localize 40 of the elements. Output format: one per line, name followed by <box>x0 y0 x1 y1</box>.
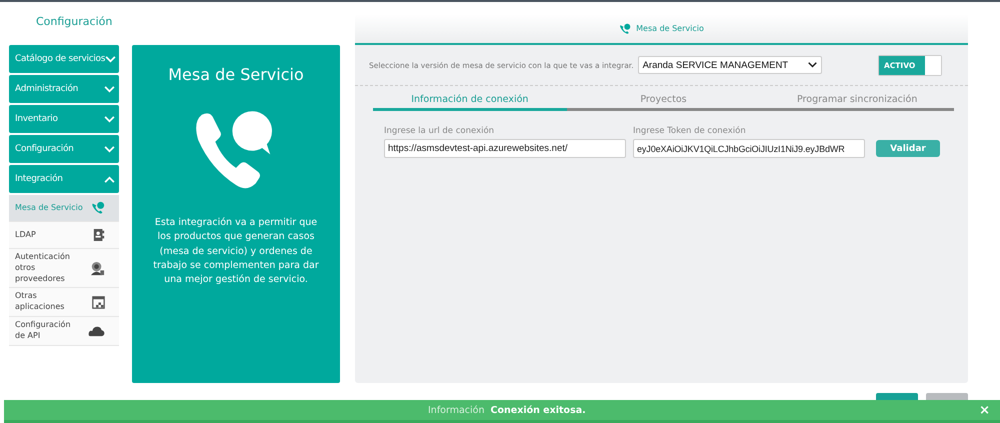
toast-message: Conexión exitosa. <box>490 404 586 416</box>
validate-button[interactable]: Validar <box>876 140 940 157</box>
sidebar-item[interactable]: Integración <box>9 165 119 193</box>
chevron-icon <box>104 176 115 182</box>
page-title: Configuración <box>36 15 112 30</box>
sidebar-item[interactable]: Inventario <box>9 105 119 133</box>
api-cloud-icon <box>88 324 105 337</box>
url-field[interactable]: https://asmsdevtest-api.azurewebsites.net/ <box>384 139 626 158</box>
chevron-icon <box>104 146 115 152</box>
tab[interactable]: Información de conexión <box>373 94 567 111</box>
version-select[interactable]: Aranda SERVICE MANAGEMENT <box>638 56 822 74</box>
submenu-item[interactable]: Otras aplicaciones <box>9 288 119 317</box>
card-description: Esta integración va a permitir que los productos que generan casos (mesa de servicio) y ordenes de trabajo se complementen para dar una mejor gestión de servicio. <box>152 216 320 287</box>
contact-book-icon <box>93 228 105 242</box>
chevron-icon <box>104 116 115 122</box>
submenu-item[interactable]: Configuración de API <box>9 316 119 346</box>
phone-chat-icon <box>91 201 105 215</box>
user-badge-icon <box>90 260 105 276</box>
chevron-icon <box>104 86 115 92</box>
submenu-item[interactable]: LDAP <box>9 222 119 249</box>
chevron-icon <box>808 62 817 68</box>
tab[interactable]: Proyectos <box>566 94 760 111</box>
card-title: Mesa de Servicio <box>168 65 304 84</box>
toast-heading: Información <box>428 404 484 416</box>
token-field[interactable]: eyJ0eXAiOiJKV1QiLCJhbGciOiJIUzI1NiJ9.eyJBdWR <box>633 139 865 158</box>
submenu-item[interactable]: Mesa de Servicio <box>9 195 119 222</box>
window-apps-icon <box>92 296 105 309</box>
panel-title: Mesa de Servicio <box>636 24 704 33</box>
field-label: Ingrese Token de conexión <box>633 126 747 136</box>
save-button[interactable] <box>876 393 918 400</box>
close-icon[interactable]: × <box>979 402 990 418</box>
chevron-icon <box>105 56 116 62</box>
sidebar-item[interactable]: Catálogo de servicios <box>9 45 119 73</box>
phone-chat-icon <box>619 22 632 34</box>
sidebar-item[interactable]: Configuración <box>9 135 119 163</box>
tab[interactable]: Programar sincronización <box>760 94 954 111</box>
sidebar-item[interactable]: Administración <box>9 75 119 103</box>
cancel-button[interactable] <box>926 393 968 400</box>
field-label: Ingrese la url de conexión <box>384 126 496 136</box>
submenu-item[interactable]: Autenticación otros proveedores <box>9 249 119 288</box>
